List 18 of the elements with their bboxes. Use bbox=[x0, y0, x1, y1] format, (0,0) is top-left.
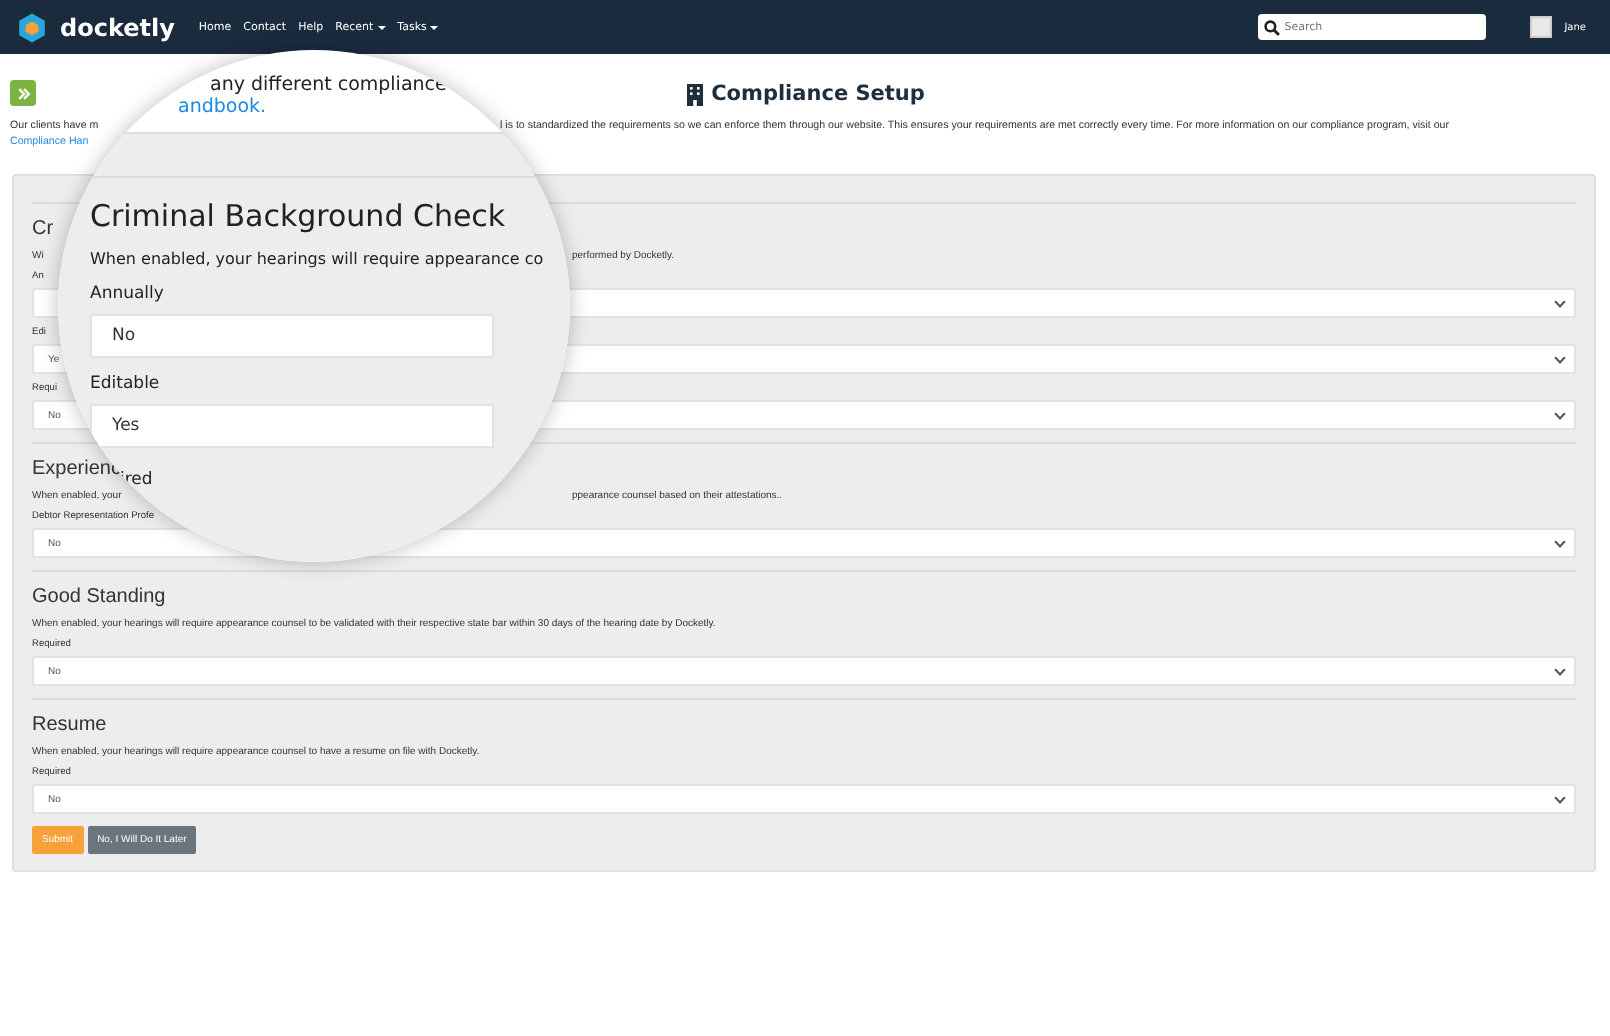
section-title: Cr bbox=[32, 216, 54, 244]
select-field[interactable]: Yes bbox=[90, 404, 494, 448]
intro-text: any different compliance bbox=[210, 74, 449, 96]
select-field[interactable]: No bbox=[90, 314, 494, 358]
section-title: Experienc bbox=[32, 456, 121, 484]
section-title: Good Standing bbox=[32, 584, 166, 612]
hexagon-logo-icon[interactable] bbox=[16, 11, 48, 43]
search-icon bbox=[1264, 19, 1281, 35]
field-label: Editable bbox=[90, 374, 162, 394]
avatar-icon[interactable] bbox=[1530, 16, 1553, 38]
brand-name[interactable]: docketly bbox=[60, 13, 175, 41]
section-title: Resume bbox=[32, 712, 107, 740]
page-title: Compliance Setup bbox=[685, 82, 925, 106]
section-description: When enabled, your hearings will require appearance co bbox=[90, 250, 546, 268]
section-title: Criminal Background Check bbox=[90, 198, 508, 234]
building-icon bbox=[685, 83, 704, 105]
field-label: Annually bbox=[90, 284, 166, 304]
handbook-link[interactable]: andbook. bbox=[178, 96, 570, 118]
